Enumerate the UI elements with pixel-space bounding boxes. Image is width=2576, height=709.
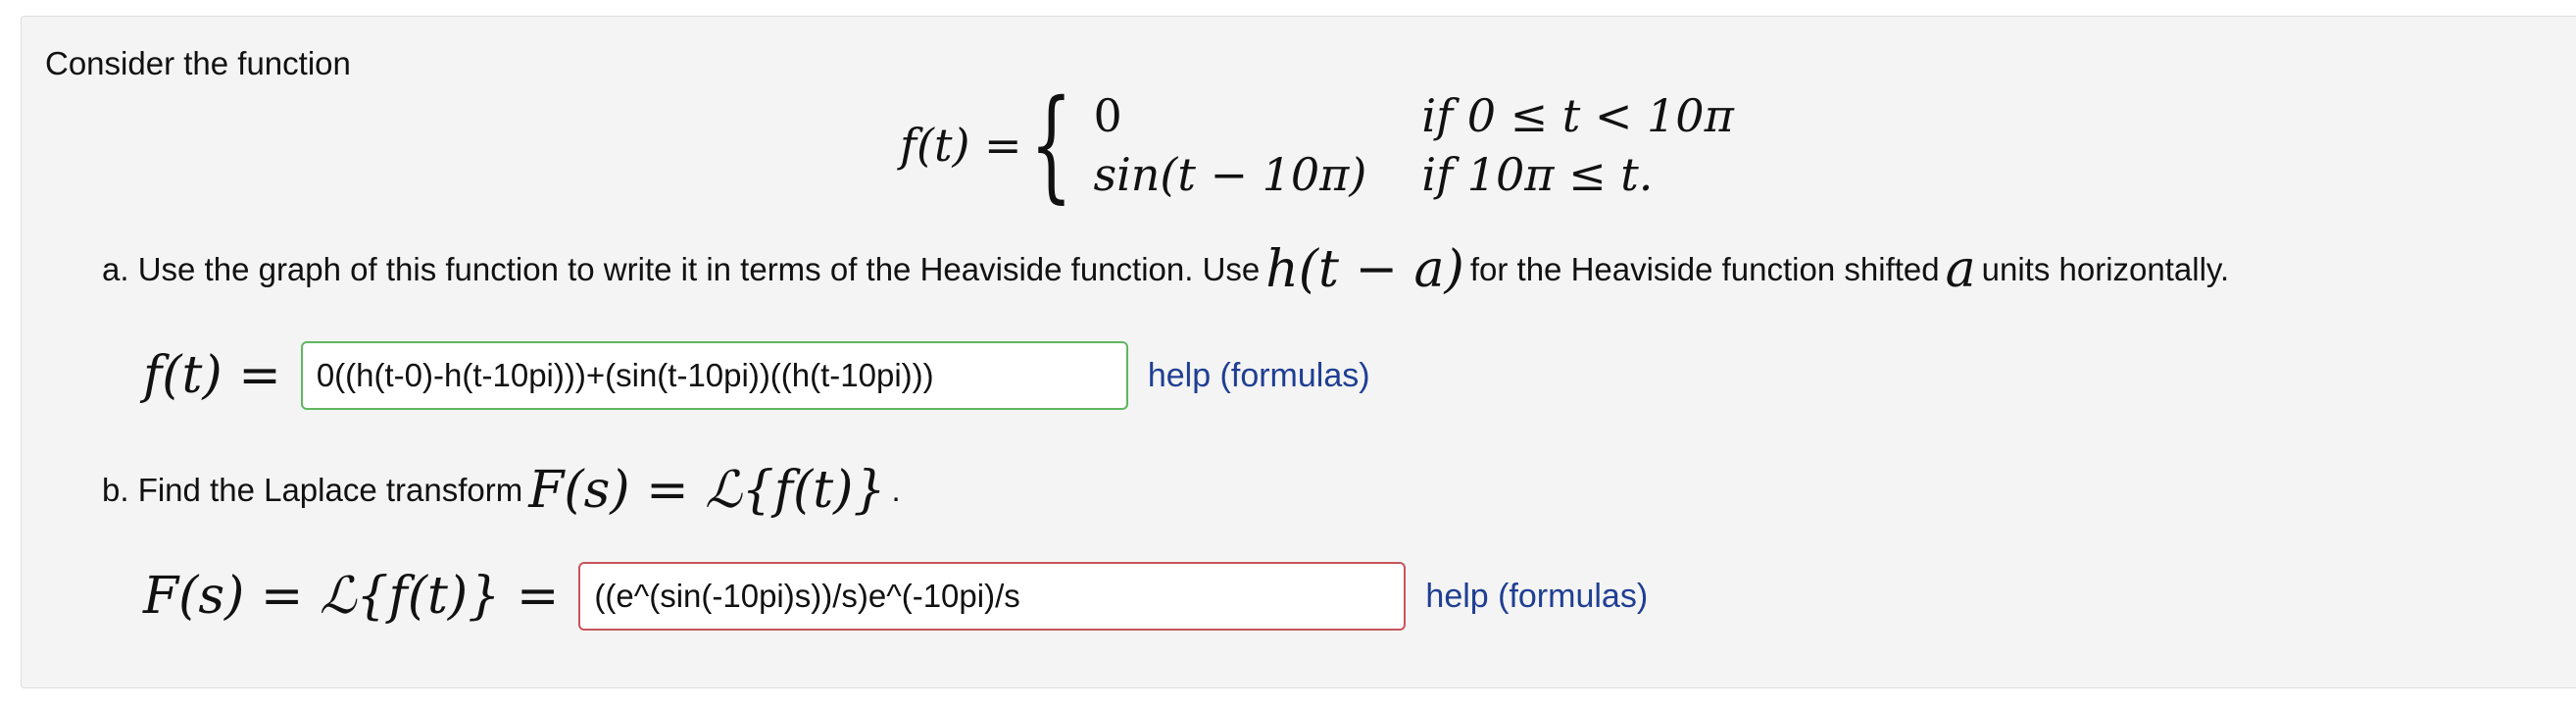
part-a-instruction: a. Use the graph of this function to wri…	[102, 240, 2229, 299]
part-a-answer-label: f(t) =	[143, 346, 281, 405]
piecewise-definition: f(t) = { 0 if 0 ≤ t < 10π sin(t − 10π) i…	[900, 84, 1734, 206]
part-a-suffix: units horizontally.	[1981, 251, 2230, 287]
part-a-prefix: a. Use the graph of this function to wri…	[102, 251, 1261, 287]
part-b-answer-row: F(s) = ℒ{f(t)} = ((e^(sin(-10pi)s))/s)e^…	[143, 560, 1648, 633]
case2-condition: if 10π ≤ t.	[1421, 148, 1654, 201]
part-b-prefix: b. Find the Laplace transform	[102, 472, 523, 508]
case1-condition: if 0 ≤ t < 10π	[1421, 89, 1734, 142]
part-b-answer-label: F(s) = ℒ{f(t)} =	[143, 567, 560, 626]
intro-text: Consider the function	[45, 45, 351, 81]
part-a-help-link[interactable]: help (formulas)	[1148, 357, 1370, 395]
case2-value: sin(t − 10π)	[1093, 148, 1367, 201]
definition-lhs: f(t) =	[900, 119, 1022, 172]
cases-table: 0 if 0 ≤ t < 10π sin(t − 10π) if 10π ≤ t…	[1093, 90, 1733, 200]
part-b-instruction: b. Find the Laplace transform F(s) = ℒ{f…	[102, 461, 901, 520]
part-a-answer-input[interactable]: 0((h(t-0)-h(t-10pi)))+(sin(t-10pi))((h(t…	[300, 341, 1128, 410]
part-a-answer-row: f(t) = 0((h(t-0)-h(t-10pi)))+(sin(t-10pi…	[143, 339, 1370, 412]
part-b-help-link[interactable]: help (formulas)	[1425, 578, 1648, 616]
left-brace: {	[1029, 75, 1072, 216]
shift-variable: a	[1945, 240, 1976, 299]
part-b-answer-input[interactable]: ((e^(sin(-10pi)s))/s)e^(-10pi)/s	[578, 562, 1407, 631]
part-a-middle: for the Heaviside function shifted	[1469, 251, 1940, 287]
laplace-expression: F(s) = ℒ{f(t)}	[528, 461, 886, 520]
heaviside-symbol: h(t − a)	[1265, 240, 1464, 299]
case1-value: 0	[1093, 89, 1122, 142]
part-b-suffix: .	[891, 472, 901, 508]
